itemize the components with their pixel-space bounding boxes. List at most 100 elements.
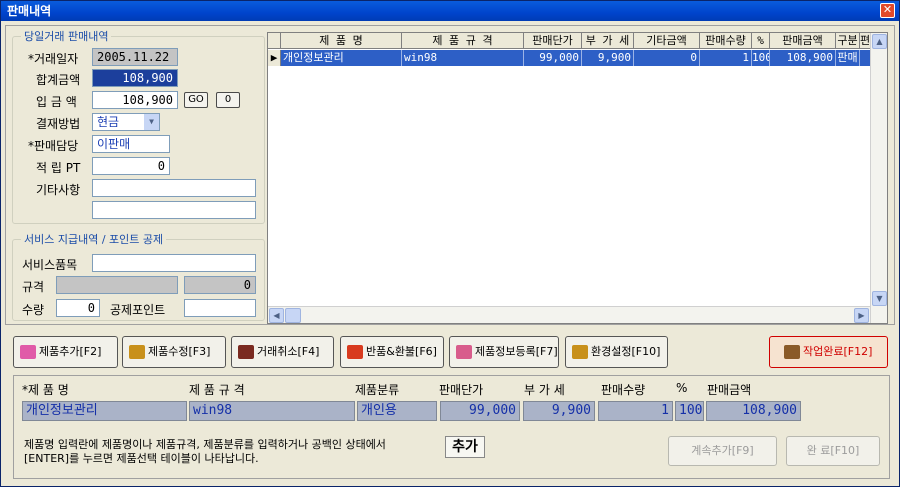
edit-product-button[interactable]: 제품수정[F3] xyxy=(122,336,226,368)
service-spec-field[interactable] xyxy=(56,276,178,294)
done-button[interactable]: 완 료[F10] xyxy=(786,436,880,466)
settings-button[interactable]: 환경설정[F10] xyxy=(565,336,668,368)
row-pointer-icon: ▶ xyxy=(268,50,281,66)
grid-col-spec[interactable]: 제 품 규 격 xyxy=(402,33,524,49)
sales-window: 판매내역 ✕ 당일거래 판매내역 *거래일자 2005.11.22 합계금액 1… xyxy=(0,0,900,487)
entry-pct-field[interactable]: 100 xyxy=(675,401,704,421)
paid-field[interactable]: 108,900 xyxy=(92,91,178,109)
service-item-field[interactable] xyxy=(92,254,256,272)
chevron-down-icon[interactable]: ▼ xyxy=(144,114,159,130)
zero-button[interactable]: 0 xyxy=(216,92,240,108)
etc-label: 기타사항 xyxy=(36,183,81,197)
cell-etc: 0 xyxy=(634,50,700,66)
entry-name-field[interactable]: 개인정보관리 xyxy=(22,401,187,421)
sales-grid[interactable]: 제 품 명 제 품 규 격 판매단가 부 가 세 기타금액 판매수량 % 판매금… xyxy=(267,32,888,324)
cell-qty: 1 xyxy=(700,50,752,66)
bag-icon xyxy=(238,345,254,359)
table-row[interactable]: ▶ 개인정보관리 win98 99,000 9,900 0 1 100 108,… xyxy=(268,50,871,66)
vertical-scrollbar[interactable]: ▲ ▼ xyxy=(870,33,887,323)
scroll-right-icon[interactable]: ▶ xyxy=(854,308,869,323)
document-icon xyxy=(456,345,472,359)
tools-icon xyxy=(129,345,145,359)
payment-select[interactable]: 현금 ▼ xyxy=(92,113,160,131)
grid-col-vat[interactable]: 부 가 세 xyxy=(582,33,634,49)
hdr-spec: 제 품 규 격 xyxy=(189,383,245,397)
points-field[interactable]: 0 xyxy=(92,157,170,175)
title-bar: 판매내역 ✕ xyxy=(1,1,899,21)
door-icon xyxy=(784,345,800,359)
hdr-qty: 판매수량 xyxy=(601,383,646,397)
grid-col-amount[interactable]: 판매금액 xyxy=(770,33,836,49)
refund-label: 반품&환불[F6] xyxy=(366,345,437,358)
hdr-pct: % xyxy=(676,381,688,395)
entry-price-field[interactable]: 99,000 xyxy=(440,401,520,421)
scroll-up-icon[interactable]: ▲ xyxy=(872,34,887,49)
grid-col-etc[interactable]: 기타금액 xyxy=(634,33,700,49)
service-spec-num-field[interactable]: 0 xyxy=(184,276,256,294)
grid-col-name[interactable]: 제 품 명 xyxy=(281,33,402,49)
service-qty-field[interactable]: 0 xyxy=(56,299,100,317)
cell-amount: 108,900 xyxy=(770,50,836,66)
total-label: 합계금액 xyxy=(36,73,81,87)
hdr-category: 제품분류 xyxy=(355,383,400,397)
entry-panel: *제 품 명 제 품 규 격 제품분류 판매단가 부 가 세 판매수량 % 판매… xyxy=(13,375,890,479)
scroll-down-icon[interactable]: ▼ xyxy=(872,291,887,306)
staff-label: *판매담당 xyxy=(28,139,79,153)
deduct-field[interactable] xyxy=(184,299,256,317)
window-title: 판매내역 xyxy=(7,4,52,18)
cancel-transaction-label: 거래취소[F4] xyxy=(257,345,320,358)
add-button[interactable]: 추가 xyxy=(445,436,485,458)
deduct-label: 공제포인트 xyxy=(110,303,166,317)
scroll-left-icon[interactable]: ◀ xyxy=(269,308,284,323)
horizontal-scrollbar[interactable]: ◀ ▶ xyxy=(268,306,870,323)
cell-type: 판매 xyxy=(836,50,860,66)
add-product-button[interactable]: 제품추가[F2] xyxy=(13,336,118,368)
grid-col-pct[interactable]: % xyxy=(752,33,770,49)
settings-icon xyxy=(572,345,588,359)
entry-vat-field[interactable]: 9,900 xyxy=(523,401,595,421)
cell-price: 99,000 xyxy=(524,50,582,66)
grid-header: 제 품 명 제 품 규 격 판매단가 부 가 세 기타금액 판매수량 % 판매금… xyxy=(268,33,871,49)
entry-category-field[interactable]: 개인용 xyxy=(357,401,437,421)
register-product-label: 제품정보등록[F7] xyxy=(475,345,558,358)
add-product-label: 제품추가[F2] xyxy=(39,345,102,358)
close-icon[interactable]: ✕ xyxy=(880,3,895,18)
cell-vat: 9,900 xyxy=(582,50,634,66)
date-field[interactable]: 2005.11.22 xyxy=(92,48,178,66)
refund-icon xyxy=(347,345,363,359)
payment-value: 현금 xyxy=(97,115,120,129)
complete-label: 작업완료[F12] xyxy=(803,345,873,358)
edit-product-label: 제품수정[F3] xyxy=(148,345,211,358)
total-field[interactable]: 108,900 xyxy=(92,69,178,87)
cancel-transaction-button[interactable]: 거래취소[F4] xyxy=(231,336,334,368)
entry-qty-field[interactable]: 1 xyxy=(598,401,673,421)
hdr-vat: 부 가 세 xyxy=(524,383,565,397)
etc-field-2[interactable] xyxy=(92,201,256,219)
scroll-thumb[interactable] xyxy=(285,308,301,323)
service-spec-label: 규격 xyxy=(22,280,45,294)
hdr-name: *제 품 명 xyxy=(22,383,69,397)
entry-spec-field[interactable]: win98 xyxy=(189,401,355,421)
payment-label: 결재방법 xyxy=(36,117,81,131)
date-label: *거래일자 xyxy=(28,52,79,66)
help-note: 제품명 입력란에 제품명이나 제품규격, 제품분류를 입력하거나 공백인 상태에… xyxy=(24,438,386,466)
points-label: 적 립 PT xyxy=(36,161,81,175)
entry-amount-field[interactable]: 108,900 xyxy=(706,401,801,421)
grid-col-qty[interactable]: 판매수량 xyxy=(700,33,752,49)
help-note-line2: [ENTER]를 누르면 제품선택 테이블이 나타납니다. xyxy=(24,452,259,465)
refund-button[interactable]: 반품&환불[F6] xyxy=(340,336,444,368)
register-product-button[interactable]: 제품정보등록[F7] xyxy=(449,336,559,368)
etc-field-1[interactable] xyxy=(92,179,256,197)
complete-button[interactable]: 작업완료[F12] xyxy=(769,336,888,368)
grid-col-price[interactable]: 판매단가 xyxy=(524,33,582,49)
grid-corner xyxy=(268,33,281,49)
settings-label: 환경설정[F10] xyxy=(591,345,661,358)
hdr-amount: 판매금액 xyxy=(707,383,752,397)
continue-add-button[interactable]: 계속추가[F9] xyxy=(668,436,777,466)
hdr-price: 판매단가 xyxy=(439,383,484,397)
paid-label: 입 금 액 xyxy=(36,95,77,109)
staff-field[interactable]: 이판매 xyxy=(92,135,170,153)
grid-col-type[interactable]: 구분 xyxy=(836,33,860,49)
go-button[interactable]: GO xyxy=(184,92,208,108)
cell-name: 개인정보관리 xyxy=(281,50,402,66)
